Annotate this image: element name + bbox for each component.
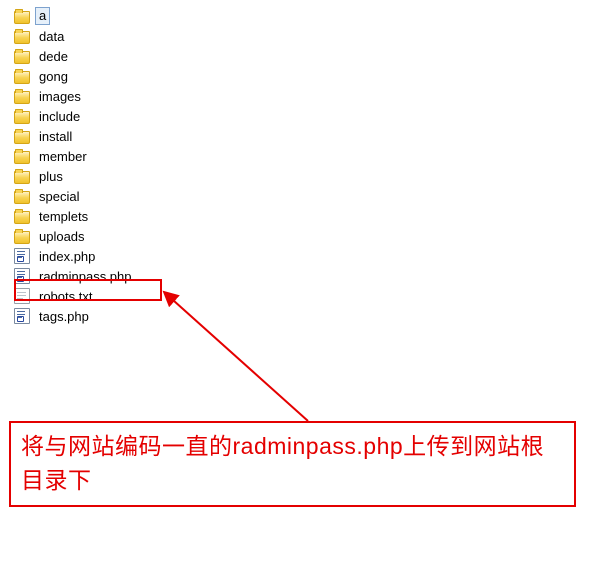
file-name: dede bbox=[39, 49, 68, 64]
folder-icon bbox=[14, 91, 30, 104]
txt-file-icon bbox=[14, 288, 30, 304]
file-list: a data dede gong images include install … bbox=[14, 6, 592, 326]
php-file-icon bbox=[14, 268, 30, 284]
folder-icon bbox=[14, 131, 30, 144]
folder-icon bbox=[14, 151, 30, 164]
file-name: uploads bbox=[39, 229, 85, 244]
file-name: images bbox=[39, 89, 81, 104]
file-item-member[interactable]: member bbox=[14, 146, 592, 166]
file-item-plus[interactable]: plus bbox=[14, 166, 592, 186]
folder-icon bbox=[14, 51, 30, 64]
php-file-icon bbox=[14, 308, 30, 324]
file-item-include[interactable]: include bbox=[14, 106, 592, 126]
file-name: plus bbox=[39, 169, 63, 184]
file-name: include bbox=[39, 109, 80, 124]
folder-icon bbox=[14, 191, 30, 204]
file-name: install bbox=[39, 129, 72, 144]
file-name: gong bbox=[39, 69, 68, 84]
file-item-install[interactable]: install bbox=[14, 126, 592, 146]
file-name: data bbox=[39, 29, 64, 44]
folder-icon bbox=[14, 211, 30, 224]
folder-icon bbox=[14, 11, 30, 24]
annotation-instruction-text: 将与网站编码一直的radminpass.php上传到网站根目录下 bbox=[21, 433, 544, 493]
folder-icon bbox=[14, 71, 30, 84]
folder-icon bbox=[14, 231, 30, 244]
file-item-images[interactable]: images bbox=[14, 86, 592, 106]
file-name: a bbox=[39, 8, 46, 23]
file-item-dede[interactable]: dede bbox=[14, 46, 592, 66]
file-item-data[interactable]: data bbox=[14, 26, 592, 46]
annotation-instruction-box: 将与网站编码一直的radminpass.php上传到网站根目录下 bbox=[9, 421, 576, 507]
file-name: templets bbox=[39, 209, 88, 224]
folder-icon bbox=[14, 31, 30, 44]
file-item-a[interactable]: a bbox=[14, 6, 592, 26]
file-name: special bbox=[39, 189, 79, 204]
file-item-special[interactable]: special bbox=[14, 186, 592, 206]
file-name: index.php bbox=[39, 249, 95, 264]
file-item-templets[interactable]: templets bbox=[14, 206, 592, 226]
file-name: member bbox=[39, 149, 87, 164]
file-item-tags-php[interactable]: tags.php bbox=[14, 306, 592, 326]
file-item-robots-txt[interactable]: robots.txt bbox=[14, 286, 592, 306]
php-file-icon bbox=[14, 248, 30, 264]
file-item-gong[interactable]: gong bbox=[14, 66, 592, 86]
folder-icon bbox=[14, 171, 30, 184]
file-name: radminpass.php bbox=[39, 269, 132, 284]
folder-icon bbox=[14, 111, 30, 124]
file-item-uploads[interactable]: uploads bbox=[14, 226, 592, 246]
file-item-radminpass-php[interactable]: radminpass.php bbox=[14, 266, 592, 286]
file-name: robots.txt bbox=[39, 289, 92, 304]
file-item-index-php[interactable]: index.php bbox=[14, 246, 592, 266]
file-name: tags.php bbox=[39, 309, 89, 324]
